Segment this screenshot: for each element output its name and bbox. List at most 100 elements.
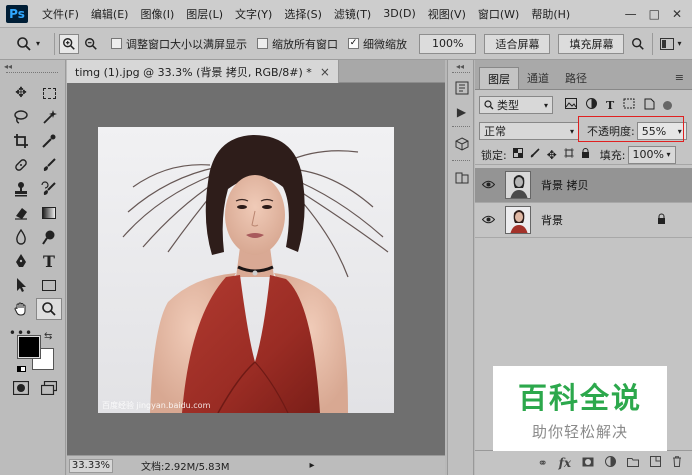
lock-transparent-icon[interactable] <box>512 148 523 161</box>
resize-windows-checkbox[interactable]: 调整窗口大小以满屏显示 <box>111 36 247 52</box>
menu-edit[interactable]: 编辑(E) <box>85 6 135 22</box>
eyedropper-tool-icon[interactable] <box>36 130 62 152</box>
menu-help[interactable]: 帮助(H) <box>525 6 576 22</box>
rectangle-tool-icon[interactable] <box>36 274 62 296</box>
menu-layer[interactable]: 图层(L) <box>180 6 229 22</box>
fill-screen-button[interactable]: 填充屏幕 <box>558 33 625 54</box>
play-action-icon[interactable]: ▶ <box>452 102 471 122</box>
checkmark-icon[interactable]: ✓ <box>348 38 360 49</box>
magic-wand-tool-icon[interactable] <box>36 106 62 128</box>
crop-tool-icon[interactable] <box>8 130 34 152</box>
expand-icon[interactable]: ◂◂ <box>456 62 464 71</box>
zoom-percent-button[interactable]: 100% <box>419 33 477 54</box>
zoom-tool-preset-icon[interactable] <box>14 34 34 54</box>
filter-adjustment-icon[interactable] <box>586 98 597 112</box>
menu-3d[interactable]: 3D(D) <box>377 7 422 20</box>
menu-filter[interactable]: 滤镜(T) <box>328 6 377 22</box>
document-photo[interactable]: 百度经验 jingyan.baidu.com <box>98 127 394 413</box>
lock-artboard-icon[interactable] <box>563 148 574 161</box>
type-tool-icon[interactable]: T <box>36 250 62 272</box>
layer-row[interactable]: 背景 <box>475 203 692 238</box>
close-tab-icon[interactable]: × <box>320 65 330 79</box>
menu-select[interactable]: 选择(S) <box>278 6 328 22</box>
tab-paths[interactable]: 路径 <box>557 67 595 89</box>
menu-window[interactable]: 窗口(W) <box>472 6 525 22</box>
zoom-in-icon[interactable] <box>59 33 80 54</box>
move-tool-icon[interactable]: ✥ <box>8 82 34 104</box>
search-icon[interactable] <box>628 34 648 54</box>
checkbox-box[interactable] <box>111 38 123 49</box>
swap-colors-icon[interactable]: ⇆ <box>44 331 52 342</box>
pen-tool-icon[interactable] <box>8 250 34 272</box>
blend-mode-dropdown[interactable]: 正常 ▾ <box>479 122 579 140</box>
add-mask-icon[interactable] <box>582 456 594 470</box>
zoom-level[interactable]: 33.33% <box>69 458 113 473</box>
filter-smart-object-icon[interactable] <box>644 98 655 113</box>
lock-position-icon[interactable]: ✥ <box>547 148 557 162</box>
layer-name[interactable]: 背景 拷贝 <box>541 177 589 193</box>
layer-name[interactable]: 背景 <box>541 212 563 228</box>
hand-tool-icon[interactable] <box>8 298 34 320</box>
3d-panel-icon[interactable] <box>452 134 471 154</box>
status-menu-arrow-icon[interactable]: ▸ <box>310 460 315 471</box>
menu-type[interactable]: 文字(Y) <box>229 6 278 22</box>
minimize-button[interactable]: — <box>625 7 637 21</box>
new-layer-icon[interactable] <box>650 456 661 470</box>
grip-icon[interactable] <box>452 72 470 73</box>
fill-input[interactable]: 100% ▾ <box>627 145 676 164</box>
layer-row[interactable]: 背景 拷贝 <box>475 168 692 203</box>
fit-screen-button[interactable]: 适合屏幕 <box>484 33 551 54</box>
checkbox-box[interactable] <box>257 38 269 49</box>
default-colors-icon[interactable] <box>17 362 26 375</box>
filter-type-icon[interactable]: T <box>606 99 614 112</box>
eye-icon[interactable] <box>475 178 501 192</box>
blur-tool-icon[interactable] <box>8 226 34 248</box>
layer-filter-dropdown[interactable]: 类型 ▾ <box>479 96 553 114</box>
menu-file[interactable]: 文件(F) <box>36 6 85 22</box>
clone-stamp-tool-icon[interactable] <box>8 178 34 200</box>
history-brush-tool-icon[interactable] <box>36 178 62 200</box>
dodge-tool-icon[interactable] <box>36 226 62 248</box>
chevron-down-icon[interactable]: ▾ <box>36 39 40 48</box>
scrubby-zoom-checkbox[interactable]: ✓ 细微缩放 <box>348 36 407 52</box>
collapse-icon[interactable]: ◂◂ <box>4 62 12 71</box>
tab-layers[interactable]: 图层 <box>479 67 519 89</box>
menu-image[interactable]: 图像(I) <box>134 6 180 22</box>
workspace-icon[interactable] <box>657 34 677 54</box>
history-panel-icon[interactable] <box>452 78 471 98</box>
canvas-area[interactable]: 百度经验 jingyan.baidu.com <box>67 83 445 455</box>
gradient-tool-icon[interactable] <box>36 202 62 224</box>
zoom-out-icon[interactable] <box>81 34 101 54</box>
close-button[interactable]: ✕ <box>672 7 682 21</box>
zoom-tool-icon[interactable] <box>36 298 62 320</box>
grip-icon[interactable] <box>452 126 470 127</box>
filter-toggle-icon[interactable] <box>663 100 673 110</box>
maximize-button[interactable]: □ <box>649 7 660 21</box>
chevron-down-icon[interactable]: ▾ <box>677 39 681 48</box>
trash-icon[interactable] <box>672 456 682 470</box>
eraser-tool-icon[interactable] <box>8 202 34 224</box>
path-selection-tool-icon[interactable] <box>8 274 34 296</box>
tab-channels[interactable]: 通道 <box>519 67 557 89</box>
quick-mask-icon[interactable] <box>8 377 34 399</box>
link-layers-icon[interactable]: ⚭ <box>538 456 548 470</box>
document-tab[interactable]: timg (1).jpg @ 33.3% (背景 拷贝, RGB/8#) * × <box>67 60 339 83</box>
healing-brush-tool-icon[interactable] <box>8 154 34 176</box>
eye-icon[interactable] <box>475 213 501 227</box>
filter-shape-icon[interactable] <box>623 98 635 112</box>
lock-all-icon[interactable] <box>581 148 590 161</box>
foreground-color-swatch[interactable] <box>17 335 41 359</box>
zoom-all-windows-checkbox[interactable]: 缩放所有窗口 <box>257 36 338 52</box>
grip-icon[interactable] <box>6 72 58 74</box>
properties-panel-icon[interactable] <box>452 168 471 188</box>
filter-pixel-icon[interactable] <box>565 98 577 112</box>
lasso-tool-icon[interactable] <box>8 106 34 128</box>
marquee-tool-icon[interactable] <box>36 82 62 104</box>
menu-view[interactable]: 视图(V) <box>422 6 472 22</box>
lock-pixels-icon[interactable] <box>530 148 540 161</box>
grip-icon[interactable] <box>452 160 470 161</box>
new-group-icon[interactable] <box>627 456 639 470</box>
screen-mode-icon[interactable] <box>36 377 62 399</box>
panel-menu-icon[interactable]: ≡ <box>675 71 684 84</box>
brush-tool-icon[interactable] <box>36 154 62 176</box>
